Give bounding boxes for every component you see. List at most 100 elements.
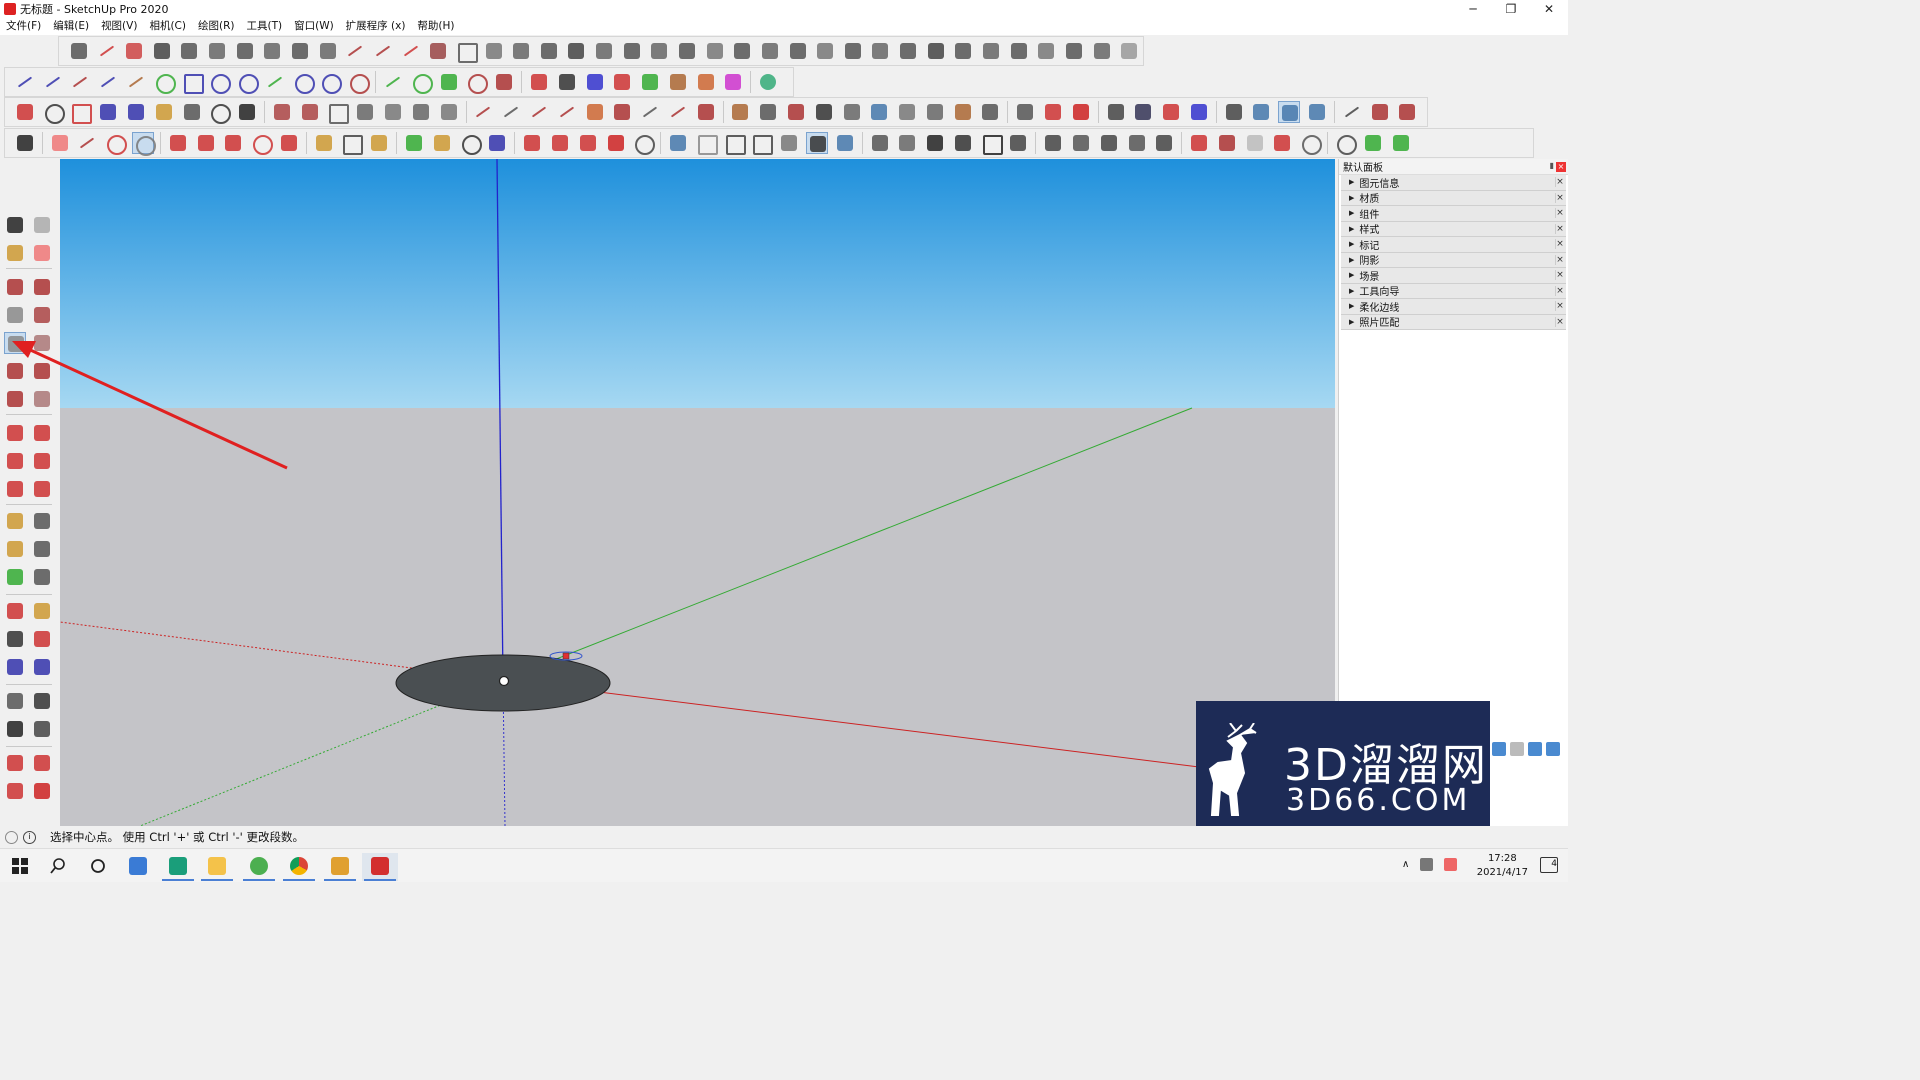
extension-tool-icon[interactable] bbox=[1008, 40, 1030, 62]
menu-file[interactable]: 文件(F) bbox=[0, 18, 47, 35]
extension-tool-icon[interactable] bbox=[1014, 101, 1036, 123]
notification-center-icon[interactable]: 4 bbox=[1540, 857, 1558, 873]
extension-tool-icon[interactable] bbox=[427, 40, 449, 62]
grid-icon[interactable] bbox=[1546, 742, 1560, 756]
protractor-icon[interactable] bbox=[4, 538, 26, 560]
extension-tool-icon[interactable] bbox=[611, 101, 633, 123]
shaded-style-icon[interactable] bbox=[778, 132, 800, 154]
arc-tool-icon[interactable] bbox=[236, 71, 260, 94]
orbit-icon[interactable] bbox=[14, 101, 36, 123]
section-plane-icon[interactable] bbox=[1223, 101, 1245, 123]
extension-tool-icon[interactable] bbox=[593, 40, 615, 62]
make-component-icon[interactable] bbox=[31, 214, 53, 236]
look-around-icon[interactable] bbox=[31, 690, 53, 712]
tray-scenes[interactable]: ▶ 场景 × bbox=[1341, 268, 1566, 284]
tray-close-icon[interactable]: × bbox=[1555, 177, 1564, 187]
restore-button[interactable]: ❐ bbox=[1492, 0, 1530, 18]
extension-tool-icon[interactable] bbox=[234, 40, 256, 62]
taskbar-app-chrome[interactable] bbox=[281, 853, 317, 881]
extrude-icon[interactable] bbox=[722, 71, 744, 93]
extension-tool-icon[interactable] bbox=[1188, 132, 1210, 154]
tray-close-icon[interactable]: × bbox=[1555, 208, 1564, 218]
extrude-icon[interactable] bbox=[611, 71, 633, 93]
menu-camera[interactable]: 相机(C) bbox=[143, 18, 192, 35]
freehand-icon[interactable] bbox=[31, 276, 53, 298]
extension-tool-icon[interactable] bbox=[759, 40, 781, 62]
extension-tool-icon[interactable] bbox=[1299, 132, 1323, 155]
select-arrow-icon[interactable] bbox=[14, 132, 36, 154]
zoom-icon[interactable] bbox=[42, 101, 65, 124]
extension-tool-icon[interactable] bbox=[925, 40, 947, 62]
layers-icon[interactable] bbox=[1160, 101, 1182, 123]
extension-tool-icon[interactable] bbox=[676, 40, 698, 62]
tray-close-icon[interactable]: × bbox=[1555, 254, 1564, 265]
pencil-icon[interactable] bbox=[76, 132, 98, 154]
pan-icon[interactable] bbox=[31, 600, 53, 622]
extension-tool-icon[interactable] bbox=[813, 101, 835, 123]
taskbar-app-folder[interactable] bbox=[199, 853, 235, 881]
menu-window[interactable]: 窗口(W) bbox=[288, 18, 340, 35]
solid-tool-icon[interactable] bbox=[1098, 132, 1120, 154]
extension-tool-icon[interactable] bbox=[565, 40, 587, 62]
sandbox-icon[interactable] bbox=[354, 101, 376, 123]
tray-close-icon[interactable]: × bbox=[1555, 192, 1564, 203]
warehouse-icon[interactable] bbox=[4, 752, 26, 774]
extension-tool-icon[interactable] bbox=[1341, 101, 1363, 123]
tray-shadows[interactable]: ▶ 阴影 × bbox=[1341, 252, 1566, 268]
extension-tool-icon[interactable] bbox=[695, 101, 717, 123]
freehand-icon[interactable] bbox=[104, 132, 128, 155]
top-view-icon[interactable] bbox=[896, 132, 918, 154]
extension-tool-icon[interactable] bbox=[868, 101, 890, 123]
extension-tool-icon[interactable] bbox=[1035, 40, 1057, 62]
monochrome-style-icon[interactable] bbox=[834, 132, 856, 154]
push-pull-icon[interactable] bbox=[167, 132, 189, 154]
extension-warehouse-icon[interactable] bbox=[605, 132, 627, 154]
extension-tool-icon[interactable] bbox=[952, 40, 974, 62]
solid-tool-icon[interactable] bbox=[1070, 132, 1092, 154]
look-around-icon[interactable] bbox=[208, 101, 232, 124]
extension-tool-icon[interactable] bbox=[639, 101, 661, 123]
drawing-viewport[interactable] bbox=[60, 159, 1335, 826]
extension-tool-icon[interactable] bbox=[729, 101, 751, 123]
panel-close-button[interactable]: × bbox=[1556, 162, 1566, 172]
info-icon[interactable]: i bbox=[23, 830, 36, 844]
axes-icon[interactable] bbox=[4, 566, 26, 588]
extension-tool-icon[interactable] bbox=[151, 40, 173, 62]
extrude-icon[interactable] bbox=[639, 71, 661, 93]
zoom-icon[interactable] bbox=[4, 628, 26, 650]
rotate-icon[interactable] bbox=[250, 132, 274, 155]
extension-tool-icon[interactable] bbox=[785, 101, 807, 123]
taskbar-app-autocad[interactable] bbox=[160, 853, 196, 881]
tray-close-icon[interactable]: × bbox=[1555, 285, 1564, 296]
share-model-icon[interactable] bbox=[4, 780, 26, 802]
rectangle-tool-icon[interactable] bbox=[181, 71, 204, 94]
wireframe-style-icon[interactable] bbox=[723, 132, 746, 155]
back-edges-style-icon[interactable] bbox=[695, 132, 718, 155]
cortana-button[interactable] bbox=[80, 853, 116, 881]
front-view-icon[interactable] bbox=[924, 132, 946, 154]
tray-close-icon[interactable]: × bbox=[1555, 301, 1564, 311]
zoom-extents-icon[interactable] bbox=[97, 101, 119, 123]
layers-icon[interactable] bbox=[1132, 101, 1154, 123]
sandbox-icon[interactable] bbox=[410, 101, 432, 123]
extension-tool-icon[interactable] bbox=[344, 40, 366, 62]
taskbar-app-browser[interactable] bbox=[241, 853, 277, 881]
extension-tool-icon[interactable] bbox=[96, 40, 118, 62]
zoom-window-icon[interactable] bbox=[31, 628, 53, 650]
extension-tool-icon[interactable] bbox=[206, 40, 228, 62]
text-icon[interactable] bbox=[31, 538, 53, 560]
pin-icon[interactable]: ▮ bbox=[1550, 161, 1554, 170]
position-camera-icon[interactable] bbox=[181, 101, 203, 123]
eraser-icon[interactable] bbox=[31, 242, 53, 264]
search-button[interactable] bbox=[40, 853, 76, 881]
extension-tool-icon[interactable] bbox=[1091, 40, 1113, 62]
extension-tool-icon[interactable] bbox=[757, 101, 779, 123]
pan-icon[interactable] bbox=[431, 132, 453, 154]
zoom-icon[interactable] bbox=[125, 101, 147, 123]
right-view-icon[interactable] bbox=[952, 132, 974, 154]
extension-tool-icon[interactable] bbox=[400, 40, 422, 62]
extrude-icon[interactable] bbox=[584, 71, 606, 93]
rectangle-tool-icon[interactable] bbox=[4, 304, 26, 326]
zoom-window-icon[interactable] bbox=[69, 101, 93, 124]
tray-entity-info[interactable]: ▶ 图元信息 × bbox=[1341, 175, 1566, 191]
